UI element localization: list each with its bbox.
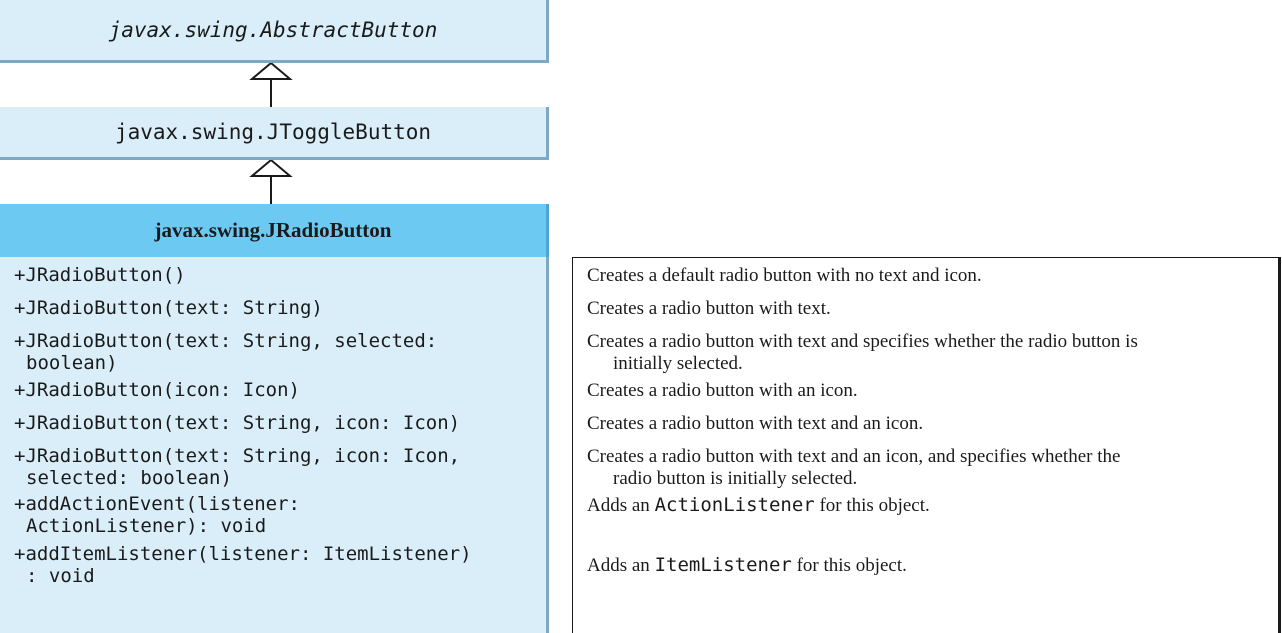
description-text: Creates a radio button with text and an …: [587, 446, 1121, 467]
member-text: +JRadioButton(text: String): [14, 297, 323, 319]
member-text: +JRadioButton(): [14, 264, 186, 286]
member-add-action-event: +addActionEvent(listener: ActionListener…: [14, 493, 544, 537]
description-add-action-event: Adds an ActionListener for this object.: [587, 494, 1267, 517]
description-text: Creates a radio button with an icon.: [587, 380, 858, 401]
description-icon: Creates a radio button with an icon.: [587, 380, 1267, 402]
member-add-item-listener: +addItemListener(listener: ItemListener)…: [14, 543, 544, 587]
inheritance-arrowhead-1: [249, 61, 293, 80]
description-add-item-listener: Adds an ItemListener for this object.: [587, 554, 1267, 577]
description-prefix: Adds an: [587, 555, 655, 576]
description-default: Creates a default radio button with no t…: [587, 265, 1267, 287]
description-code-item-listener: ItemListener: [654, 554, 792, 576]
inheritance-arrowhead-2: [249, 158, 293, 177]
member-constructor-text-icon: +JRadioButton(text: String, icon: Icon): [14, 412, 544, 434]
member-text-continued: : void: [26, 565, 95, 587]
member-text: +addItemListener(listener: ItemListener): [14, 543, 472, 565]
member-constructor-text: +JRadioButton(text: String): [14, 297, 544, 319]
member-constructor-text-selected: +JRadioButton(text: String, selected: bo…: [14, 330, 544, 374]
member-text: +JRadioButton(text: String, selected:: [14, 330, 438, 352]
description-text-continued: radio button is initially selected.: [613, 468, 858, 489]
description-text: Creates a radio button with text.: [587, 298, 1267, 320]
description-panel: Creates a default radio button with no t…: [572, 257, 1281, 633]
class-members-panel: +JRadioButton() +JRadioButton(text: Stri…: [0, 257, 549, 633]
description-suffix: for this object.: [791, 555, 907, 576]
description-text: Creates a default radio button with no t…: [587, 265, 982, 286]
class-header-radio-button: javax.swing.JRadioButton: [0, 204, 549, 257]
description-text-selected: Creates a radio button with text and spe…: [587, 331, 1267, 375]
description-text: Creates a radio button with text and an …: [587, 413, 924, 434]
description-text: Creates a radio button with text.: [587, 298, 831, 319]
member-constructor-default: +JRadioButton(): [14, 264, 544, 286]
class-name-abstract-button: javax.swing.AbstractButton: [108, 18, 438, 42]
description-code-action-listener: ActionListener: [654, 494, 815, 516]
description-text-icon-selected: Creates a radio button with text and an …: [587, 446, 1267, 490]
class-box-abstract-button: javax.swing.AbstractButton: [0, 0, 549, 63]
member-constructor-icon: +JRadioButton(icon: Icon): [14, 379, 544, 401]
description-text: Creates a radio button with text and spe…: [587, 331, 1138, 352]
member-text: +JRadioButton(text: String, icon: Icon): [14, 412, 461, 434]
description-text-continued: initially selected.: [613, 353, 743, 374]
class-name-toggle-button: javax.swing.JToggleButton: [114, 120, 432, 144]
description-text-icon: Creates a radio button with text and an …: [587, 413, 1267, 435]
description-suffix: for this object.: [814, 495, 930, 516]
member-text-continued: ActionListener): void: [26, 515, 267, 537]
member-text: +addActionEvent(listener:: [14, 493, 300, 515]
member-constructor-text-icon-selected: +JRadioButton(text: String, icon: Icon, …: [14, 445, 544, 489]
member-text: +JRadioButton(icon: Icon): [14, 379, 300, 401]
description-prefix: Adds an: [587, 495, 655, 516]
class-box-toggle-button: javax.swing.JToggleButton: [0, 107, 549, 160]
member-text-continued: boolean): [26, 352, 118, 374]
member-text: +JRadioButton(text: String, icon: Icon,: [14, 445, 461, 467]
class-name-radio-button: javax.swing.JRadioButton: [154, 218, 392, 242]
member-text-continued: selected: boolean): [26, 467, 232, 489]
